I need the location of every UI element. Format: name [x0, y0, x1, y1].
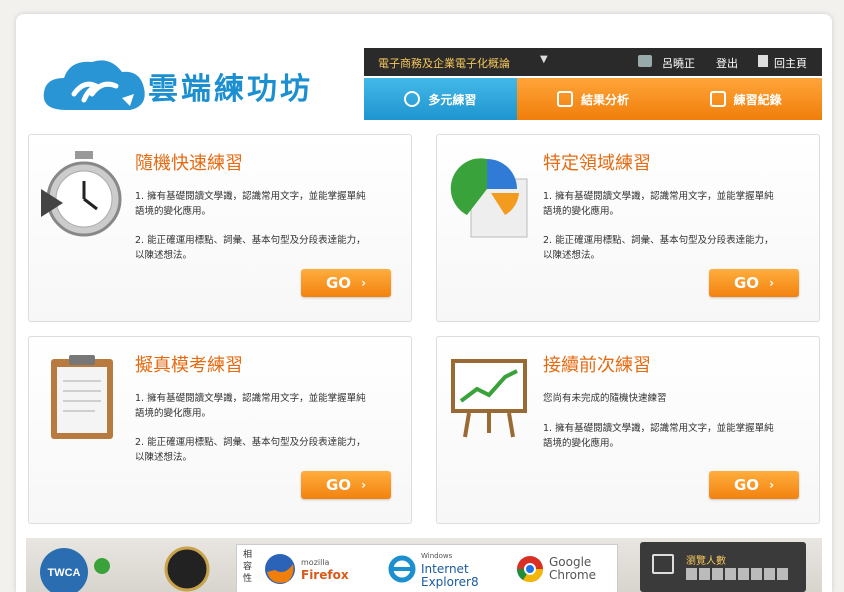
tab-records[interactable]: 練習紀錄 [669, 78, 823, 120]
go-button[interactable]: GO › [709, 269, 799, 297]
go-label: GO [325, 476, 352, 494]
firefox-icon [265, 554, 295, 584]
browser-compatibility: 相容性 mozilla Firefox Windows Internet Exp… [236, 544, 618, 592]
card-text: 1. 擁有基礎閱讀文學識，認識常用文字，並能掌握單純語境的變化應用。 [135, 191, 366, 217]
home-link[interactable]: 回主頁 [774, 55, 807, 71]
easel-chart-icon [451, 359, 527, 438]
pie-chart-icon [450, 158, 528, 238]
edit-icon [709, 91, 726, 107]
visitor-digits [686, 568, 788, 580]
go-label: GO [325, 274, 352, 292]
tab-practice[interactable]: 多元練習 [364, 78, 517, 120]
tab-analysis[interactable]: 結果分析 [516, 78, 670, 120]
go-button[interactable]: GO › [301, 269, 391, 297]
go-button[interactable]: GO › [709, 471, 799, 499]
go-button[interactable]: GO › [301, 471, 391, 499]
card-random-practice: 隨機快速練習 1. 擁有基礎閱讀文學識，認識常用文字，並能掌握單純語境的變化應用… [28, 134, 412, 322]
twca-badge: TWCA [34, 544, 114, 592]
card-text: 2. 能正確運用標點、詞彙、基本句型及分段表達能力，以陳述想法。 [135, 235, 366, 261]
user-name: 呂曉正 [662, 57, 695, 70]
chrome-badge: Google Chrome [515, 551, 605, 587]
card-title: 特定領域練習 [543, 153, 651, 174]
main-tabs: 多元練習 結果分析 練習紀錄 [364, 78, 823, 120]
card-text: 2. 能正確運用標點、詞彙、基本句型及分段表達能力，以陳述想法。 [543, 235, 774, 261]
visitor-counter: 瀏覽人數 [640, 542, 806, 592]
visitor-label: 瀏覽人數 [686, 556, 726, 567]
chevron-right-icon: › [769, 478, 775, 492]
twca-text: TWCA [48, 567, 81, 579]
chevron-right-icon: › [361, 478, 367, 492]
tab-label: 多元練習 [428, 92, 477, 107]
compat-label: 相容性 [243, 550, 253, 584]
course-selector[interactable]: 電子商務及企業電子化概論 [378, 55, 510, 71]
card-text: 1. 擁有基礎閱讀文學識，認識常用文字，並能掌握單純語境的變化應用。 [135, 393, 366, 419]
chevron-down-icon[interactable]: ▼ [540, 54, 548, 65]
card-continue-practice: 接續前次練習 您尚有未完成的隨機快速練習 1. 擁有基礎閱讀文學識，認識常用文字… [436, 336, 820, 524]
card-text: 1. 擁有基礎閱讀文學識，認識常用文字，並能掌握單純語境的變化應用。 [543, 423, 774, 449]
tab-label: 結果分析 [581, 92, 630, 107]
top-bar: 電子商務及企業電子化概論 ▼ 呂曉正 登出 回主頁 [364, 48, 822, 76]
page: 雲端練功坊 電子商務及企業電子化概論 ▼ 呂曉正 登出 回主頁 多元練習 結果分… [16, 14, 832, 592]
twca-seal-icon: TWCA [40, 548, 110, 592]
chevron-right-icon: › [769, 276, 775, 290]
card-mock-exam: 擬真模考練習 1. 擁有基礎閱讀文學識，認識常用文字，並能掌握單純語境的變化應用… [28, 336, 412, 524]
card-title: 擬真模考練習 [135, 355, 243, 376]
ie-icon [388, 555, 416, 583]
card-text: 1. 擁有基礎閱讀文學識，認識常用文字，並能掌握單純語境的變化應用。 [543, 191, 774, 217]
clock-icon [404, 91, 421, 107]
ie-badge: Windows Internet Explorer8 [387, 551, 493, 588]
brand-name: 雲端練功坊 [148, 72, 313, 107]
report-icon [557, 91, 573, 107]
footer: TWCA 相容性 mozilla Firefox Windows Interne… [26, 538, 822, 592]
go-label: GO [733, 476, 760, 494]
card-title: 隨機快速練習 [135, 153, 243, 174]
chrome-icon [516, 556, 544, 583]
card-text: 2. 能正確運用標點、詞彙、基本句型及分段表達能力，以陳述想法。 [135, 437, 366, 463]
card-title: 接續前次練習 [543, 355, 651, 376]
card-domain-practice: 特定領域練習 1. 擁有基礎閱讀文學識，認識常用文字，並能掌握單純語境的變化應用… [436, 134, 820, 322]
home-icon [758, 55, 768, 67]
card-notice: 您尚有未完成的隨機快速練習 [543, 393, 667, 404]
user-card-icon [638, 55, 652, 67]
tab-label: 練習紀錄 [733, 92, 782, 107]
go-label: GO [733, 274, 760, 292]
chevron-right-icon: › [361, 276, 367, 290]
clipboard-icon [51, 355, 113, 439]
calendar-icon [652, 554, 674, 574]
firefox-badge: mozilla Firefox [263, 551, 349, 587]
stopwatch-icon [41, 151, 122, 237]
logout-link[interactable]: 登出 [716, 55, 738, 71]
gov-seal-icon [164, 546, 210, 592]
